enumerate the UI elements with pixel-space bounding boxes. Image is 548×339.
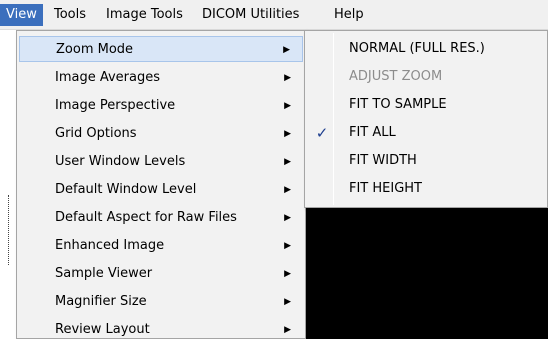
submenu-arrow-icon: ▶ — [284, 297, 291, 307]
zoom-option-fit-to-sample[interactable]: FIT TO SAMPLE — [307, 91, 545, 119]
view-menu-dropdown: Zoom Mode ▶ Image Averages ▶ Image Persp… — [16, 30, 306, 339]
menu-item-image-perspective[interactable]: Image Perspective ▶ — [19, 93, 303, 119]
submenu-arrow-icon: ▶ — [284, 129, 291, 139]
zoom-option-label: FIT ALL — [349, 125, 396, 140]
menu-view[interactable]: View — [0, 4, 43, 26]
submenu-arrow-icon: ▶ — [284, 241, 291, 251]
submenu-arrow-icon: ▶ — [284, 157, 291, 167]
submenu-arrow-icon: ▶ — [284, 213, 291, 223]
zoom-option-label: FIT TO SAMPLE — [349, 97, 447, 112]
app-window: View Tools Image Tools DICOM Utilities H… — [0, 0, 548, 339]
submenu-arrow-icon: ▶ — [283, 45, 290, 55]
menu-item-magnifier-size[interactable]: Magnifier Size ▶ — [19, 289, 303, 315]
zoom-option-fit-width[interactable]: FIT WIDTH — [307, 147, 545, 175]
submenu-arrow-icon: ▶ — [284, 185, 291, 195]
menu-item-label: Default Window Level — [55, 182, 197, 197]
submenu-arrow-icon: ▶ — [284, 73, 291, 83]
menu-item-label: Sample Viewer — [55, 266, 153, 281]
window-edge-divider — [8, 195, 9, 265]
menu-item-label: Magnifier Size — [55, 294, 147, 309]
menu-item-label: Review Layout — [55, 322, 150, 337]
menu-item-grid-options[interactable]: Grid Options ▶ — [19, 121, 303, 147]
menu-item-label: Grid Options — [55, 126, 137, 141]
menu-item-label: User Window Levels — [55, 154, 186, 169]
menu-item-label: Image Perspective — [55, 98, 176, 113]
menu-item-label: Image Averages — [55, 70, 161, 85]
image-viewport[interactable] — [306, 208, 548, 339]
menu-dicom-utilities[interactable]: DICOM Utilities — [196, 4, 305, 26]
menu-item-enhanced-image[interactable]: Enhanced Image ▶ — [19, 233, 303, 259]
menu-item-label: Zoom Mode — [56, 42, 134, 57]
menu-item-review-layout[interactable]: Review Layout ▶ — [19, 317, 303, 339]
zoom-option-normal[interactable]: NORMAL (FULL RES.) — [307, 35, 545, 63]
menu-item-user-window-levels[interactable]: User Window Levels ▶ — [19, 149, 303, 175]
zoom-option-label: FIT HEIGHT — [349, 181, 422, 196]
menu-item-image-averages[interactable]: Image Averages ▶ — [19, 65, 303, 91]
submenu-arrow-icon: ▶ — [284, 101, 291, 111]
menu-item-default-aspect-raw[interactable]: Default Aspect for Raw Files ▶ — [19, 205, 303, 231]
menu-item-label: Default Aspect for Raw Files — [55, 210, 237, 225]
zoom-option-label: NORMAL (FULL RES.) — [349, 41, 485, 56]
submenu-arrow-icon: ▶ — [284, 325, 291, 335]
menu-item-label: Enhanced Image — [55, 238, 165, 253]
zoom-option-fit-height[interactable]: FIT HEIGHT — [307, 175, 545, 203]
zoom-mode-submenu: NORMAL (FULL RES.) ADJUST ZOOM FIT TO SA… — [304, 30, 548, 208]
menu-image-tools[interactable]: Image Tools — [100, 4, 189, 26]
menu-help[interactable]: Help — [328, 4, 370, 26]
zoom-option-label: ADJUST ZOOM — [349, 69, 443, 84]
checkmark-icon: ✓ — [315, 124, 329, 142]
menu-item-zoom-mode[interactable]: Zoom Mode ▶ — [19, 36, 303, 62]
zoom-option-fit-all[interactable]: ✓ FIT ALL — [307, 119, 545, 147]
menu-bar: View Tools Image Tools DICOM Utilities H… — [0, 0, 548, 30]
submenu-arrow-icon: ▶ — [284, 269, 291, 279]
menu-tools[interactable]: Tools — [48, 4, 92, 26]
zoom-option-adjust-zoom: ADJUST ZOOM — [307, 63, 545, 91]
zoom-option-label: FIT WIDTH — [349, 153, 417, 168]
menu-item-sample-viewer[interactable]: Sample Viewer ▶ — [19, 261, 303, 287]
menu-item-default-window-level[interactable]: Default Window Level ▶ — [19, 177, 303, 203]
